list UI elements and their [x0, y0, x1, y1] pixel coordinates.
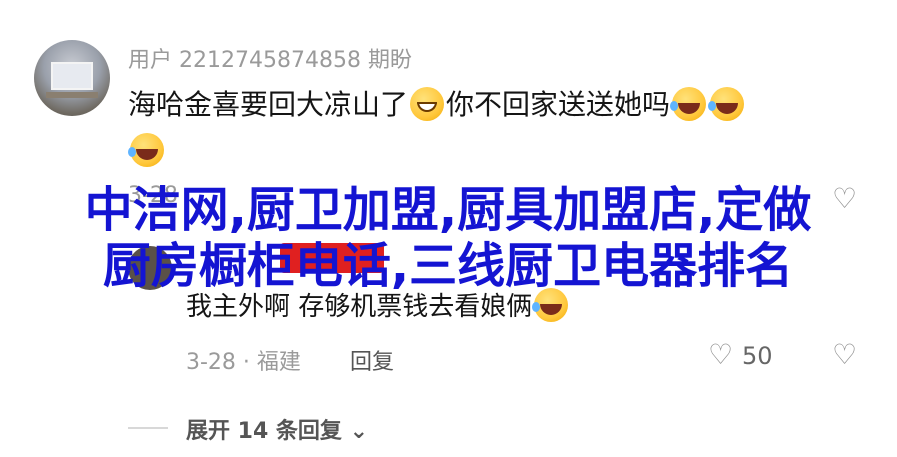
reply-button[interactable]: 回复 [350, 344, 394, 376]
reply-date-location: 3-28 · 福建 [186, 350, 301, 375]
grin-emoji-icon [410, 87, 445, 121]
laughing-tears-emoji-icon [128, 133, 164, 167]
comment-text: 海哈金喜要回大凉山了 你不回家送送她吗 [128, 82, 848, 174]
comment-username[interactable]: 用户 2212745874858 期盼 [128, 42, 412, 74]
divider [128, 427, 168, 429]
overlay-line1: 中洁网,厨卫加盟,厨具加盟店,定做 [84, 182, 812, 238]
laughing-tears-emoji-icon [670, 87, 707, 121]
chevron-down-icon: ⌄ [349, 419, 369, 444]
expand-replies-label: 展开 14 条回复 [186, 419, 342, 444]
expand-replies-button[interactable]: 展开 14 条回复 ⌄ [186, 413, 368, 445]
laughing-tears-emoji-icon [708, 87, 745, 121]
avatar-image-stand [46, 92, 98, 98]
comment-text-part2: 你不回家送送她吗 [446, 88, 671, 121]
overlay-line2: 厨房橱柜电话,三线厨卫电器排名 [102, 238, 794, 294]
reply-text-content: 我主外啊 存够机票钱去看娘俩 [186, 292, 533, 322]
dislike-icon[interactable]: ♡ [832, 338, 857, 371]
like-heart-icon[interactable]: ♡ [708, 338, 733, 371]
avatar-image-tv [51, 62, 93, 90]
overlay-watermark-text: 中洁网,厨卫加盟,厨具加盟店,定做 厨房橱柜电话,三线厨卫电器排名 [8, 182, 888, 294]
commenter-avatar[interactable] [34, 40, 110, 116]
like-count: 50 [742, 342, 773, 370]
comment-text-part1: 海哈金喜要回大凉山了 [128, 88, 409, 121]
